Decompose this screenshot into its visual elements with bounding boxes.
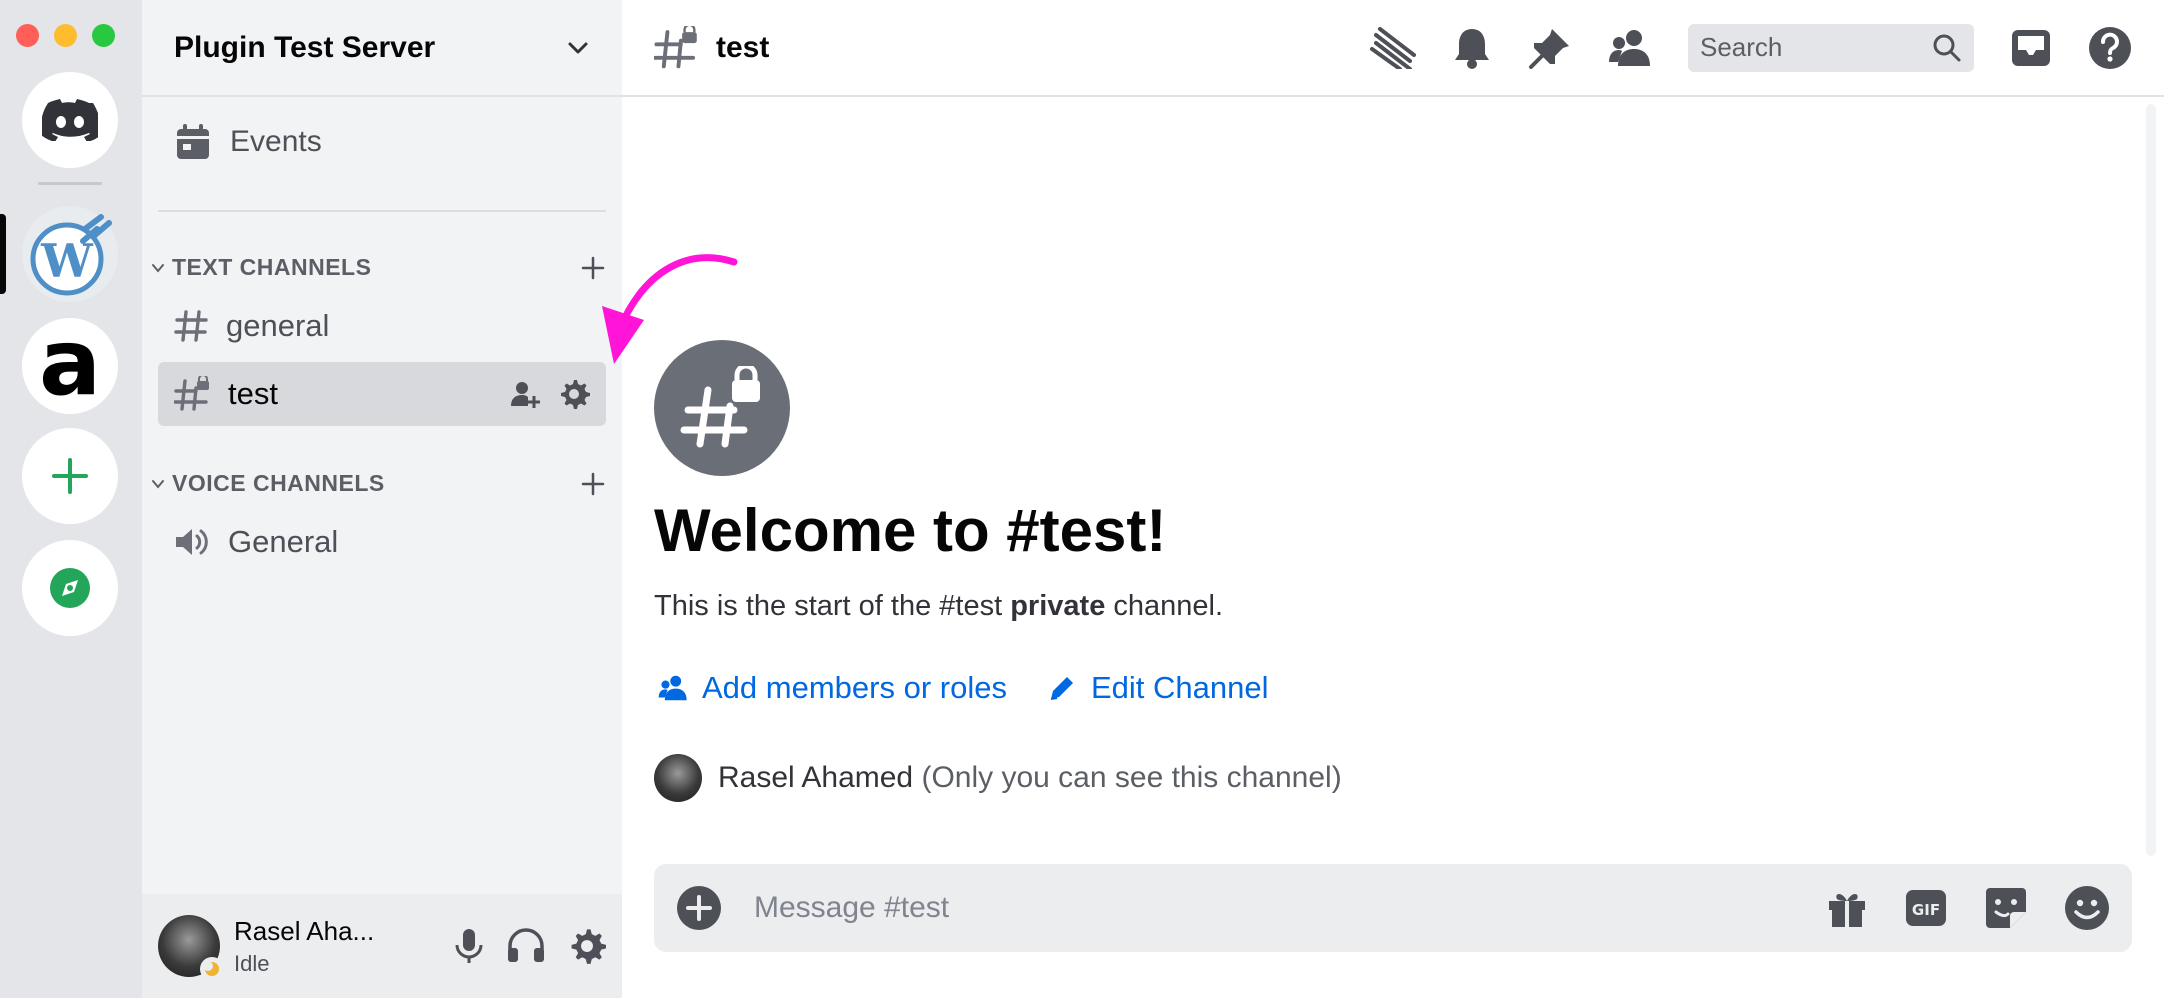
chevron-down-icon (568, 42, 588, 53)
channel-sidebar: Plugin Test Server Events TEXT CHANNELS (142, 0, 622, 998)
hashtag-icon (174, 310, 208, 342)
compass-icon (50, 568, 90, 608)
channel-label: test (228, 376, 278, 411)
idle-status-icon (200, 957, 224, 981)
close-window-button[interactable] (16, 24, 39, 47)
message-input-placeholder[interactable]: Message #test (754, 891, 1826, 925)
welcome-description: This is the start of the #test private c… (654, 590, 1223, 623)
emoji-icon[interactable] (2064, 885, 2110, 931)
chevron-down-icon (152, 479, 164, 489)
maximize-window-button[interactable] (92, 24, 115, 47)
channel-label: general (226, 308, 330, 343)
text-channels-label: TEXT CHANNELS (172, 254, 372, 280)
voice-channels-category[interactable]: VOICE CHANNELS (150, 470, 606, 497)
user-name: Rasel Aha... (234, 915, 375, 946)
user-panel: Rasel Aha... Idle (142, 894, 622, 998)
server-rail: W a (0, 0, 142, 998)
add-server-button[interactable] (22, 428, 118, 524)
channel-visibility-row: Rasel Ahamed (Only you can see this chan… (654, 754, 1342, 802)
server-a[interactable]: a (22, 318, 118, 414)
window-controls (16, 24, 115, 47)
discord-home-button[interactable] (22, 72, 118, 168)
main-content: test Search Welcome to #test! This is th… (622, 0, 2164, 998)
sidebar-divider (158, 210, 606, 212)
welcome-desc-bold: private (1010, 590, 1106, 622)
user-settings-gear-icon[interactable] (568, 927, 606, 965)
channel-item-general[interactable]: general (158, 294, 606, 358)
user-status: Idle (234, 950, 270, 976)
wordpress-plugin-icon: W (30, 214, 112, 296)
rail-separator (38, 182, 102, 185)
gift-icon[interactable] (1826, 887, 1868, 929)
add-members-label: Add members or roles (702, 670, 1007, 705)
search-icon (1933, 34, 1961, 61)
text-channels-category[interactable]: TEXT CHANNELS (150, 254, 606, 281)
events-item[interactable]: Events (176, 124, 322, 160)
svg-text:GIF: GIF (1912, 901, 1940, 919)
pencil-icon (1050, 677, 1073, 700)
channel-label: General (228, 524, 339, 559)
private-hashtag-icon (174, 376, 209, 411)
server-header[interactable]: Plugin Test Server (142, 0, 622, 97)
edit-channel-label: Edit Channel (1090, 670, 1269, 705)
member-name: Rasel Ahamed (718, 761, 914, 794)
headphones-icon[interactable] (506, 928, 546, 964)
minimize-window-button[interactable] (54, 24, 77, 47)
threads-icon[interactable] (1370, 26, 1416, 69)
discord-logo-icon (42, 99, 98, 141)
channel-item-test[interactable]: test (158, 362, 606, 426)
pinned-messages-icon[interactable] (1528, 26, 1572, 70)
message-composer[interactable]: Message #test GIF (654, 864, 2132, 952)
create-channel-plus-icon[interactable] (580, 471, 606, 497)
welcome-title: Welcome to #test! (654, 497, 1167, 564)
add-members-icon (658, 675, 687, 701)
server-wordpress-plugin[interactable]: W (0, 206, 118, 302)
create-channel-plus-icon[interactable] (580, 255, 606, 281)
welcome-desc-suffix: channel. (1105, 590, 1224, 622)
microphone-icon[interactable] (454, 927, 484, 965)
voice-channel-item-general[interactable]: General (158, 510, 606, 574)
search-placeholder: Search (1700, 32, 1783, 62)
channel-title: test (716, 30, 770, 64)
scrollbar[interactable] (2146, 104, 2156, 856)
gear-icon[interactable] (558, 378, 590, 410)
attach-plus-icon[interactable] (676, 885, 722, 931)
help-icon[interactable] (2088, 26, 2132, 70)
inbox-icon[interactable] (2010, 28, 2052, 68)
notification-bell-icon[interactable] (1452, 26, 1492, 70)
explore-servers-button[interactable] (22, 540, 118, 636)
sticker-icon[interactable] (1984, 886, 2028, 930)
visibility-note: (Only you can see this channel) (921, 761, 1342, 794)
private-hashtag-icon (680, 366, 760, 448)
add-members-button[interactable]: Add members or roles (658, 670, 1007, 706)
svg-text:a: a (39, 318, 101, 414)
welcome-desc-prefix: This is the start of the #test (654, 590, 1011, 622)
server-name: Plugin Test Server (174, 30, 436, 64)
avatar[interactable] (158, 915, 224, 981)
avatar[interactable] (654, 754, 702, 802)
speaker-icon (176, 529, 208, 555)
member-list-icon[interactable] (1608, 28, 1652, 68)
chevron-down-icon (152, 263, 164, 273)
user-info[interactable]: Rasel Aha... Idle (234, 916, 454, 977)
plus-icon (52, 458, 88, 494)
search-input[interactable]: Search (1688, 23, 1974, 72)
channel-welcome-icon (654, 340, 790, 476)
edit-channel-button[interactable]: Edit Channel (1047, 670, 1269, 706)
a-logo-icon: a (39, 318, 101, 414)
channel-header: test Search (622, 0, 2164, 97)
calendar-icon (177, 124, 209, 159)
gif-icon[interactable]: GIF (1904, 888, 1948, 928)
add-member-icon[interactable] (510, 380, 540, 408)
private-hashtag-icon (654, 25, 697, 68)
voice-channels-label: VOICE CHANNELS (172, 470, 385, 496)
events-label: Events (230, 125, 322, 158)
